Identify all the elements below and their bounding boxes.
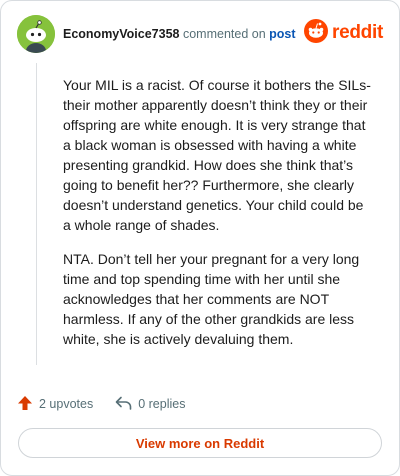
comment-actions: 2 upvotes 0 replies: [17, 393, 207, 415]
comment-paragraph: Your MIL is a racist. Of course it bothe…: [63, 77, 371, 233]
comment-card: EconomyVoice7358 commented on post reddi…: [0, 0, 400, 476]
view-more-button[interactable]: View more on Reddit: [18, 428, 382, 458]
comment-paragraph: NTA. Don’t tell her your pregnant for a …: [63, 251, 360, 347]
reply-arrow-icon: [115, 396, 138, 413]
upvote-count: 2 upvotes: [39, 397, 94, 411]
post-link[interactable]: post: [269, 27, 295, 41]
comment-header: EconomyVoice7358 commented on post reddi…: [17, 15, 383, 53]
reddit-brand[interactable]: reddit: [304, 18, 383, 48]
thread-line: [36, 63, 37, 365]
username-link[interactable]: EconomyVoice7358: [63, 27, 180, 41]
replies-count: 0 replies: [138, 397, 186, 411]
commented-on-text: commented on: [182, 27, 266, 41]
reddit-wordmark: reddit: [332, 22, 383, 43]
upvote-button[interactable]: 2 upvotes: [17, 395, 93, 414]
replies-button[interactable]: 0 replies: [115, 396, 185, 413]
reddit-logo-icon: [304, 18, 329, 48]
snoo-avatar-icon[interactable]: [17, 15, 55, 53]
upvote-arrow-icon: [17, 395, 39, 414]
comment-body: Your MIL is a racist. Of course it bothe…: [63, 75, 375, 363]
comment-meta: EconomyVoice7358 commented on post: [63, 25, 296, 43]
